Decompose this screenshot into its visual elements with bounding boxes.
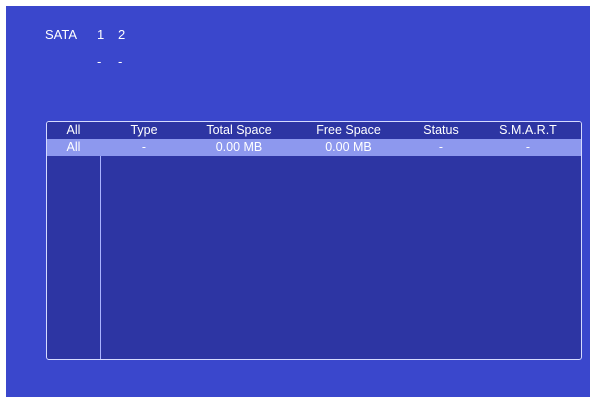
column-header-total-space: Total Space: [206, 123, 272, 137]
column-header-type: Type: [130, 123, 158, 137]
row-total-space: 0.00 MB: [215, 140, 263, 154]
sata-port-2[interactable]: 2: [118, 27, 139, 42]
sata-port-1[interactable]: 1: [97, 27, 118, 42]
row-type: -: [141, 140, 147, 154]
disk-table: All Type Total Space Free Space Status S…: [46, 121, 582, 360]
row-status: -: [438, 140, 444, 154]
sata-port-2-status: -: [118, 54, 123, 69]
column-header-smart: S.M.A.R.T: [499, 123, 557, 137]
table-header: All Type Total Space Free Space Status S…: [47, 122, 581, 139]
row-smart: -: [525, 140, 531, 154]
table-row[interactable]: All - 0.00 MB 0.00 MB - -: [47, 139, 581, 156]
sata-label: SATA: [45, 27, 78, 42]
sata-port-header: SATA 1 2: [45, 27, 139, 42]
column-header-status: Status: [423, 123, 459, 137]
row-id[interactable]: All: [47, 139, 100, 156]
column-header-all[interactable]: All: [47, 122, 100, 139]
sata-port-status-row: - -: [97, 54, 139, 69]
column-header-free-space: Free Space: [316, 123, 381, 137]
row-free-space: 0.00 MB: [325, 140, 372, 154]
sata-port-1-status: -: [97, 54, 102, 69]
table-left-divider: [47, 122, 101, 359]
hdd-info-screen: SATA 1 2 - - All Type Total Space Free S…: [6, 6, 590, 397]
